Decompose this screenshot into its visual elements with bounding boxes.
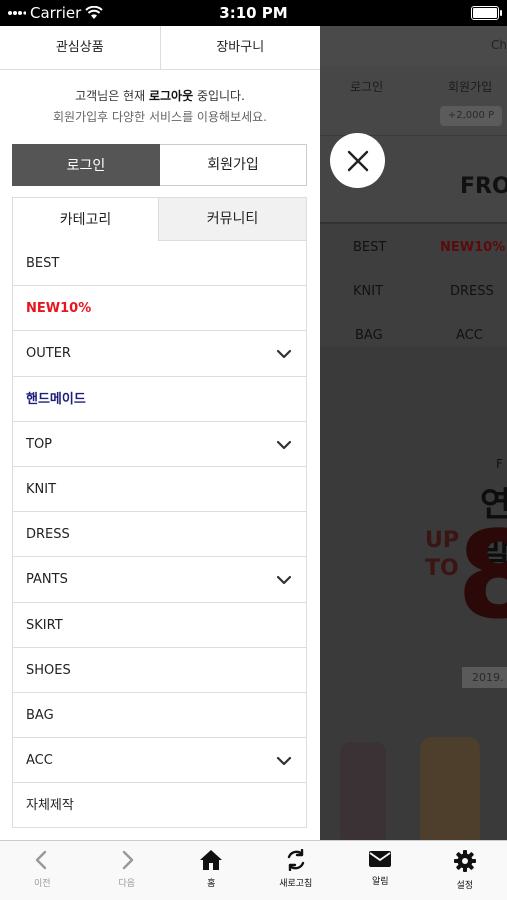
category-item[interactable]: KNIT [13, 467, 306, 513]
notifications-button[interactable]: 알림 [338, 841, 423, 900]
bg-join-link: 회원가입 [448, 80, 493, 94]
refresh-button[interactable]: 새로고침 [254, 841, 339, 900]
category-item[interactable]: ACC [13, 738, 306, 784]
forward-button[interactable]: 다음 [85, 841, 170, 900]
bg-banner-up: UP [425, 528, 459, 553]
category-label: 자체제작 [26, 798, 74, 814]
category-label: TOP [26, 436, 53, 452]
close-icon [347, 150, 368, 171]
bg-banner-year: 2019. [462, 667, 507, 688]
login-status-message: 고객님은 현재 로그아웃 중입니다. 회원가입후 다양한 서비스를 이용해보세요… [0, 86, 320, 128]
login-button[interactable]: 로그인 [12, 144, 160, 186]
gear-icon [453, 850, 476, 872]
category-label: BAG [26, 707, 54, 723]
chevron-down-icon[interactable] [276, 437, 292, 453]
category-item[interactable]: NEW10% [13, 286, 306, 332]
join-button[interactable]: 회원가입 [160, 144, 307, 186]
battery-tip [500, 10, 502, 16]
status-bar: Carrier 3:10 PM [0, 0, 507, 26]
product-image [340, 742, 386, 840]
bg-login-link: 로그인 [350, 80, 384, 94]
tab-community[interactable]: 커뮤니티 [159, 197, 307, 241]
home-label: 홈 [207, 879, 216, 889]
bg-banner-f: F [496, 457, 503, 471]
bg-banner: F 연말 UP TO 8 2019. [320, 347, 507, 840]
bg-point-pill: +2,000 P [440, 106, 502, 126]
chevron-down-icon[interactable] [276, 753, 292, 769]
category-item[interactable]: OUTER [13, 331, 306, 377]
back-button[interactable]: 이전 [0, 841, 85, 900]
settings-label: 설정 [456, 881, 474, 891]
bg-menu-item: KNIT [353, 284, 384, 299]
login-status-state: 로그아웃 [148, 89, 194, 103]
category-item[interactable]: TOP [13, 422, 306, 467]
home-icon [200, 850, 223, 870]
category-item[interactable]: PANTS [13, 557, 306, 603]
category-list: BEST NEW10% OUTER 핸드메이드 TOP KNIT DRESS PANTS SKI… [12, 241, 307, 829]
login-status-prefix: 고객님은 현재 [75, 89, 149, 103]
back-label: 이전 [33, 879, 51, 889]
battery-icon [471, 6, 499, 20]
bg-menu-item: BAG [355, 328, 383, 343]
bg-menu-item: NEW10% [440, 240, 506, 255]
chevron-down-icon[interactable] [276, 346, 292, 362]
login-status-sub: 회원가입후 다양한 서비스를 이용해보세요. [53, 110, 267, 124]
mail-icon [369, 851, 392, 867]
bg-banner-upto: UP TO [425, 527, 459, 583]
chevron-left-icon [36, 850, 47, 870]
chevron-right-icon [122, 850, 133, 870]
category-label: NEW10% [26, 301, 92, 317]
refresh-label: 새로고침 [279, 879, 313, 889]
bg-menu: BEST NEW10% KNIT DRESS BAG ACC [320, 222, 507, 347]
product-image [420, 737, 480, 840]
category-item[interactable]: BEST [13, 241, 306, 287]
category-label: SKIRT [26, 617, 63, 633]
auth-buttons: 로그인 회원가입 [12, 144, 307, 186]
category-item[interactable]: DRESS [13, 512, 306, 558]
category-tabs: 카테고리 커뮤니티 [12, 197, 307, 241]
wishlist-tab[interactable]: 관심상품 [0, 26, 161, 69]
tab-category[interactable]: 카테고리 [12, 197, 159, 241]
category-label: SHOES [26, 662, 71, 678]
settings-button[interactable]: 설정 [423, 841, 507, 900]
bottom-nav-bar: 이전 다음 홈 새로고침 알림 설정 [0, 840, 507, 900]
category-label: 핸드메이드 [26, 391, 86, 407]
cart-tab[interactable]: 장바구니 [161, 26, 321, 69]
category-label: DRESS [26, 527, 70, 543]
bg-banner-to: TO [425, 556, 459, 581]
login-status-suffix: 중입니다. [193, 89, 245, 103]
side-drawer: 관심상품 장바구니 고객님은 현재 로그아웃 중입니다. 회원가입후 다양한 서… [0, 26, 320, 840]
bg-menu-item: ACC [456, 328, 483, 343]
bg-top-right-text: Ch [491, 38, 507, 52]
home-button[interactable]: 홈 [169, 841, 254, 900]
category-label: ACC [26, 753, 53, 769]
bg-menu-item: BEST [353, 240, 387, 255]
status-time: 3:10 PM [219, 4, 288, 22]
forward-label: 다음 [118, 879, 136, 889]
category-item[interactable]: SKIRT [13, 603, 306, 648]
login-status-line: 고객님은 현재 로그아웃 중입니다. [0, 86, 320, 107]
category-item[interactable]: 핸드메이드 [13, 377, 306, 422]
refresh-icon [287, 849, 304, 871]
category-label: KNIT [26, 481, 57, 497]
notifications-label: 알림 [371, 877, 389, 887]
bg-banner-percent: 8 [457, 507, 507, 646]
chevron-down-icon[interactable] [276, 572, 292, 588]
bg-menu-item: DRESS [450, 284, 494, 299]
category-item[interactable]: BAG [13, 693, 306, 739]
bg-top-bar: Ch [320, 26, 507, 66]
category-label: PANTS [26, 572, 68, 588]
bg-brand-text: FRO [460, 174, 507, 199]
category-item[interactable]: 자체제작 [13, 783, 306, 829]
drawer-top-tabs: 관심상품 장바구니 [0, 26, 320, 70]
category-item[interactable]: SHOES [13, 648, 306, 693]
close-drawer-button[interactable] [330, 133, 385, 188]
category-label: BEST [26, 256, 60, 271]
category-label: OUTER [26, 346, 71, 362]
